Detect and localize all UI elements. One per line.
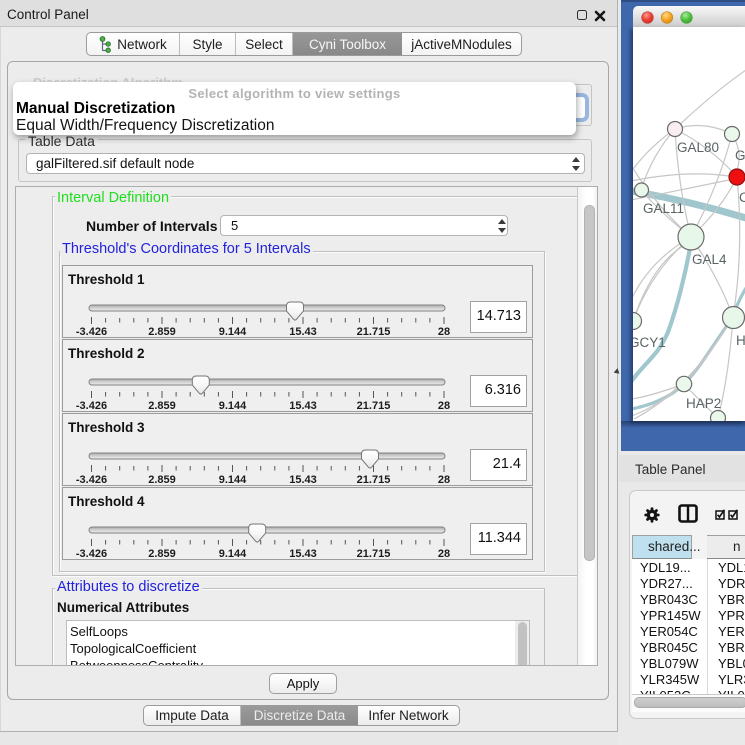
svg-text:-3.426: -3.426 — [76, 326, 107, 337]
svg-text:9.144: 9.144 — [219, 548, 247, 559]
svg-text:GA: GA — [735, 148, 745, 163]
svg-text:15.43: 15.43 — [289, 400, 317, 411]
svg-text:2.859: 2.859 — [148, 548, 176, 559]
svg-text:9.144: 9.144 — [219, 400, 247, 411]
svg-text:15.43: 15.43 — [289, 548, 317, 559]
svg-text:21.715: 21.715 — [357, 474, 391, 485]
svg-text:28: 28 — [438, 474, 450, 485]
svg-text:-3.426: -3.426 — [76, 474, 107, 485]
svg-text:2.859: 2.859 — [148, 400, 176, 411]
svg-text:15.43: 15.43 — [289, 474, 317, 485]
svg-text:GAL11: GAL11 — [643, 201, 684, 216]
svg-text:2.859: 2.859 — [148, 474, 176, 485]
svg-text:28: 28 — [438, 548, 450, 559]
svg-text:28: 28 — [438, 400, 450, 411]
svg-text:HAP2: HAP2 — [686, 396, 721, 411]
svg-text:C: C — [739, 190, 745, 205]
svg-text:15.43: 15.43 — [289, 326, 317, 337]
svg-text:28: 28 — [438, 326, 450, 337]
svg-text:9.144: 9.144 — [219, 474, 247, 485]
svg-text:GAL4: GAL4 — [692, 252, 727, 267]
svg-text:21.715: 21.715 — [357, 326, 391, 337]
svg-text:9.144: 9.144 — [219, 326, 247, 337]
svg-text:21.715: 21.715 — [357, 548, 391, 559]
svg-text:2.859: 2.859 — [148, 326, 176, 337]
svg-text:-3.426: -3.426 — [76, 400, 107, 411]
svg-text:-3.426: -3.426 — [76, 548, 107, 559]
svg-text:21.715: 21.715 — [357, 400, 391, 411]
svg-text:GCY1: GCY1 — [633, 335, 666, 350]
svg-text:GAL80: GAL80 — [677, 140, 719, 155]
svg-text:HA: HA — [736, 333, 745, 348]
